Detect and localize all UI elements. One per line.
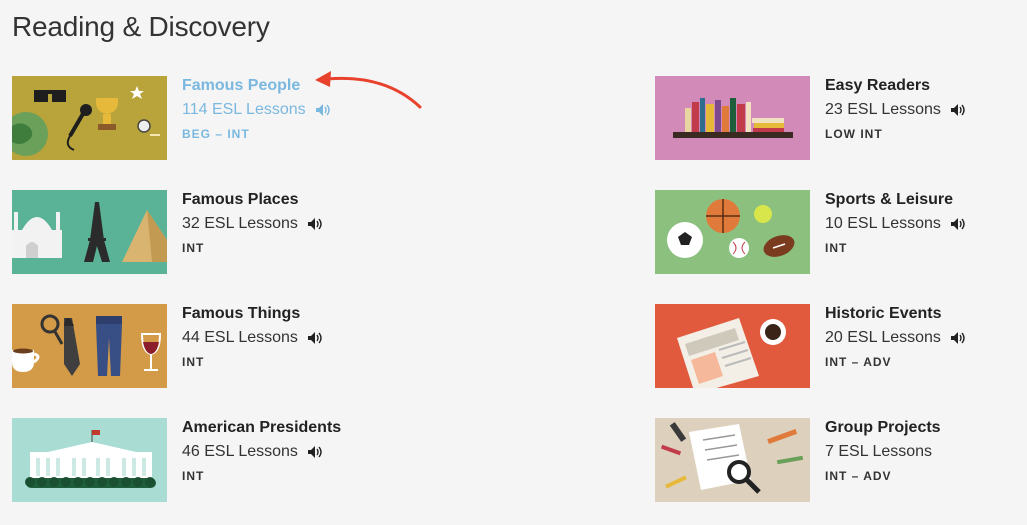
category-card-american-presidents[interactable]: American Presidents 46 ESL Lessons INT bbox=[12, 418, 372, 502]
level-label: INT bbox=[182, 241, 205, 255]
category-card-group-projects[interactable]: Group Projects 7 ESL Lessons INT – ADV bbox=[655, 418, 1015, 502]
category-title[interactable]: Easy Readers bbox=[825, 76, 965, 96]
category-title[interactable]: Group Projects bbox=[825, 418, 941, 438]
speaker-icon[interactable] bbox=[307, 218, 322, 230]
category-title[interactable]: Sports & Leisure bbox=[825, 190, 965, 210]
category-title[interactable]: American Presidents bbox=[182, 418, 341, 438]
lesson-count: 114 ESL Lessons bbox=[182, 101, 306, 118]
group-projects-thumbnail[interactable] bbox=[655, 418, 810, 502]
lesson-count: 44 ESL Lessons bbox=[182, 329, 298, 346]
category-card-sports-leisure[interactable]: Sports & Leisure 10 ESL Lessons INT bbox=[655, 190, 1015, 274]
lesson-count: 20 ESL Lessons bbox=[825, 329, 941, 346]
page-title: Reading & Discovery bbox=[12, 11, 270, 42]
level-label: LOW INT bbox=[825, 127, 883, 141]
category-card-easy-readers[interactable]: Easy Readers 23 ESL Lessons LOW INT bbox=[655, 76, 1015, 160]
category-card-famous-places[interactable]: Famous Places 32 ESL Lessons INT bbox=[12, 190, 372, 274]
level-label: INT – ADV bbox=[825, 469, 892, 483]
american-presidents-thumbnail[interactable] bbox=[12, 418, 167, 502]
lesson-count: 10 ESL Lessons bbox=[825, 215, 941, 232]
lesson-count: 32 ESL Lessons bbox=[182, 215, 298, 232]
sports-leisure-thumbnail[interactable] bbox=[655, 190, 810, 274]
famous-places-thumbnail[interactable] bbox=[12, 190, 167, 274]
level-label: BEG – INT bbox=[182, 127, 250, 141]
category-title[interactable]: Famous Things bbox=[182, 304, 322, 324]
category-title[interactable]: Historic Events bbox=[825, 304, 965, 324]
category-card-historic-events[interactable]: Historic Events 20 ESL Lessons INT – ADV bbox=[655, 304, 1015, 388]
level-label: INT bbox=[825, 241, 848, 255]
category-card-famous-things[interactable]: Famous Things 44 ESL Lessons INT bbox=[12, 304, 372, 388]
famous-people-thumbnail[interactable] bbox=[12, 76, 167, 160]
speaker-icon[interactable] bbox=[307, 446, 322, 458]
level-label: INT bbox=[182, 355, 205, 369]
speaker-icon[interactable] bbox=[950, 218, 965, 230]
speaker-icon[interactable] bbox=[950, 332, 965, 344]
easy-readers-thumbnail[interactable] bbox=[655, 76, 810, 160]
historic-events-thumbnail[interactable] bbox=[655, 304, 810, 388]
level-label: INT – ADV bbox=[825, 355, 892, 369]
lesson-count: 7 ESL Lessons bbox=[825, 443, 933, 460]
category-title[interactable]: Famous Places bbox=[182, 190, 322, 210]
lesson-count: 46 ESL Lessons bbox=[182, 443, 298, 460]
lesson-count: 23 ESL Lessons bbox=[825, 101, 941, 118]
speaker-icon[interactable] bbox=[307, 332, 322, 344]
level-label: INT bbox=[182, 469, 205, 483]
famous-things-thumbnail[interactable] bbox=[12, 304, 167, 388]
speaker-icon[interactable] bbox=[950, 104, 965, 116]
red-arrow-annotation bbox=[315, 71, 422, 109]
